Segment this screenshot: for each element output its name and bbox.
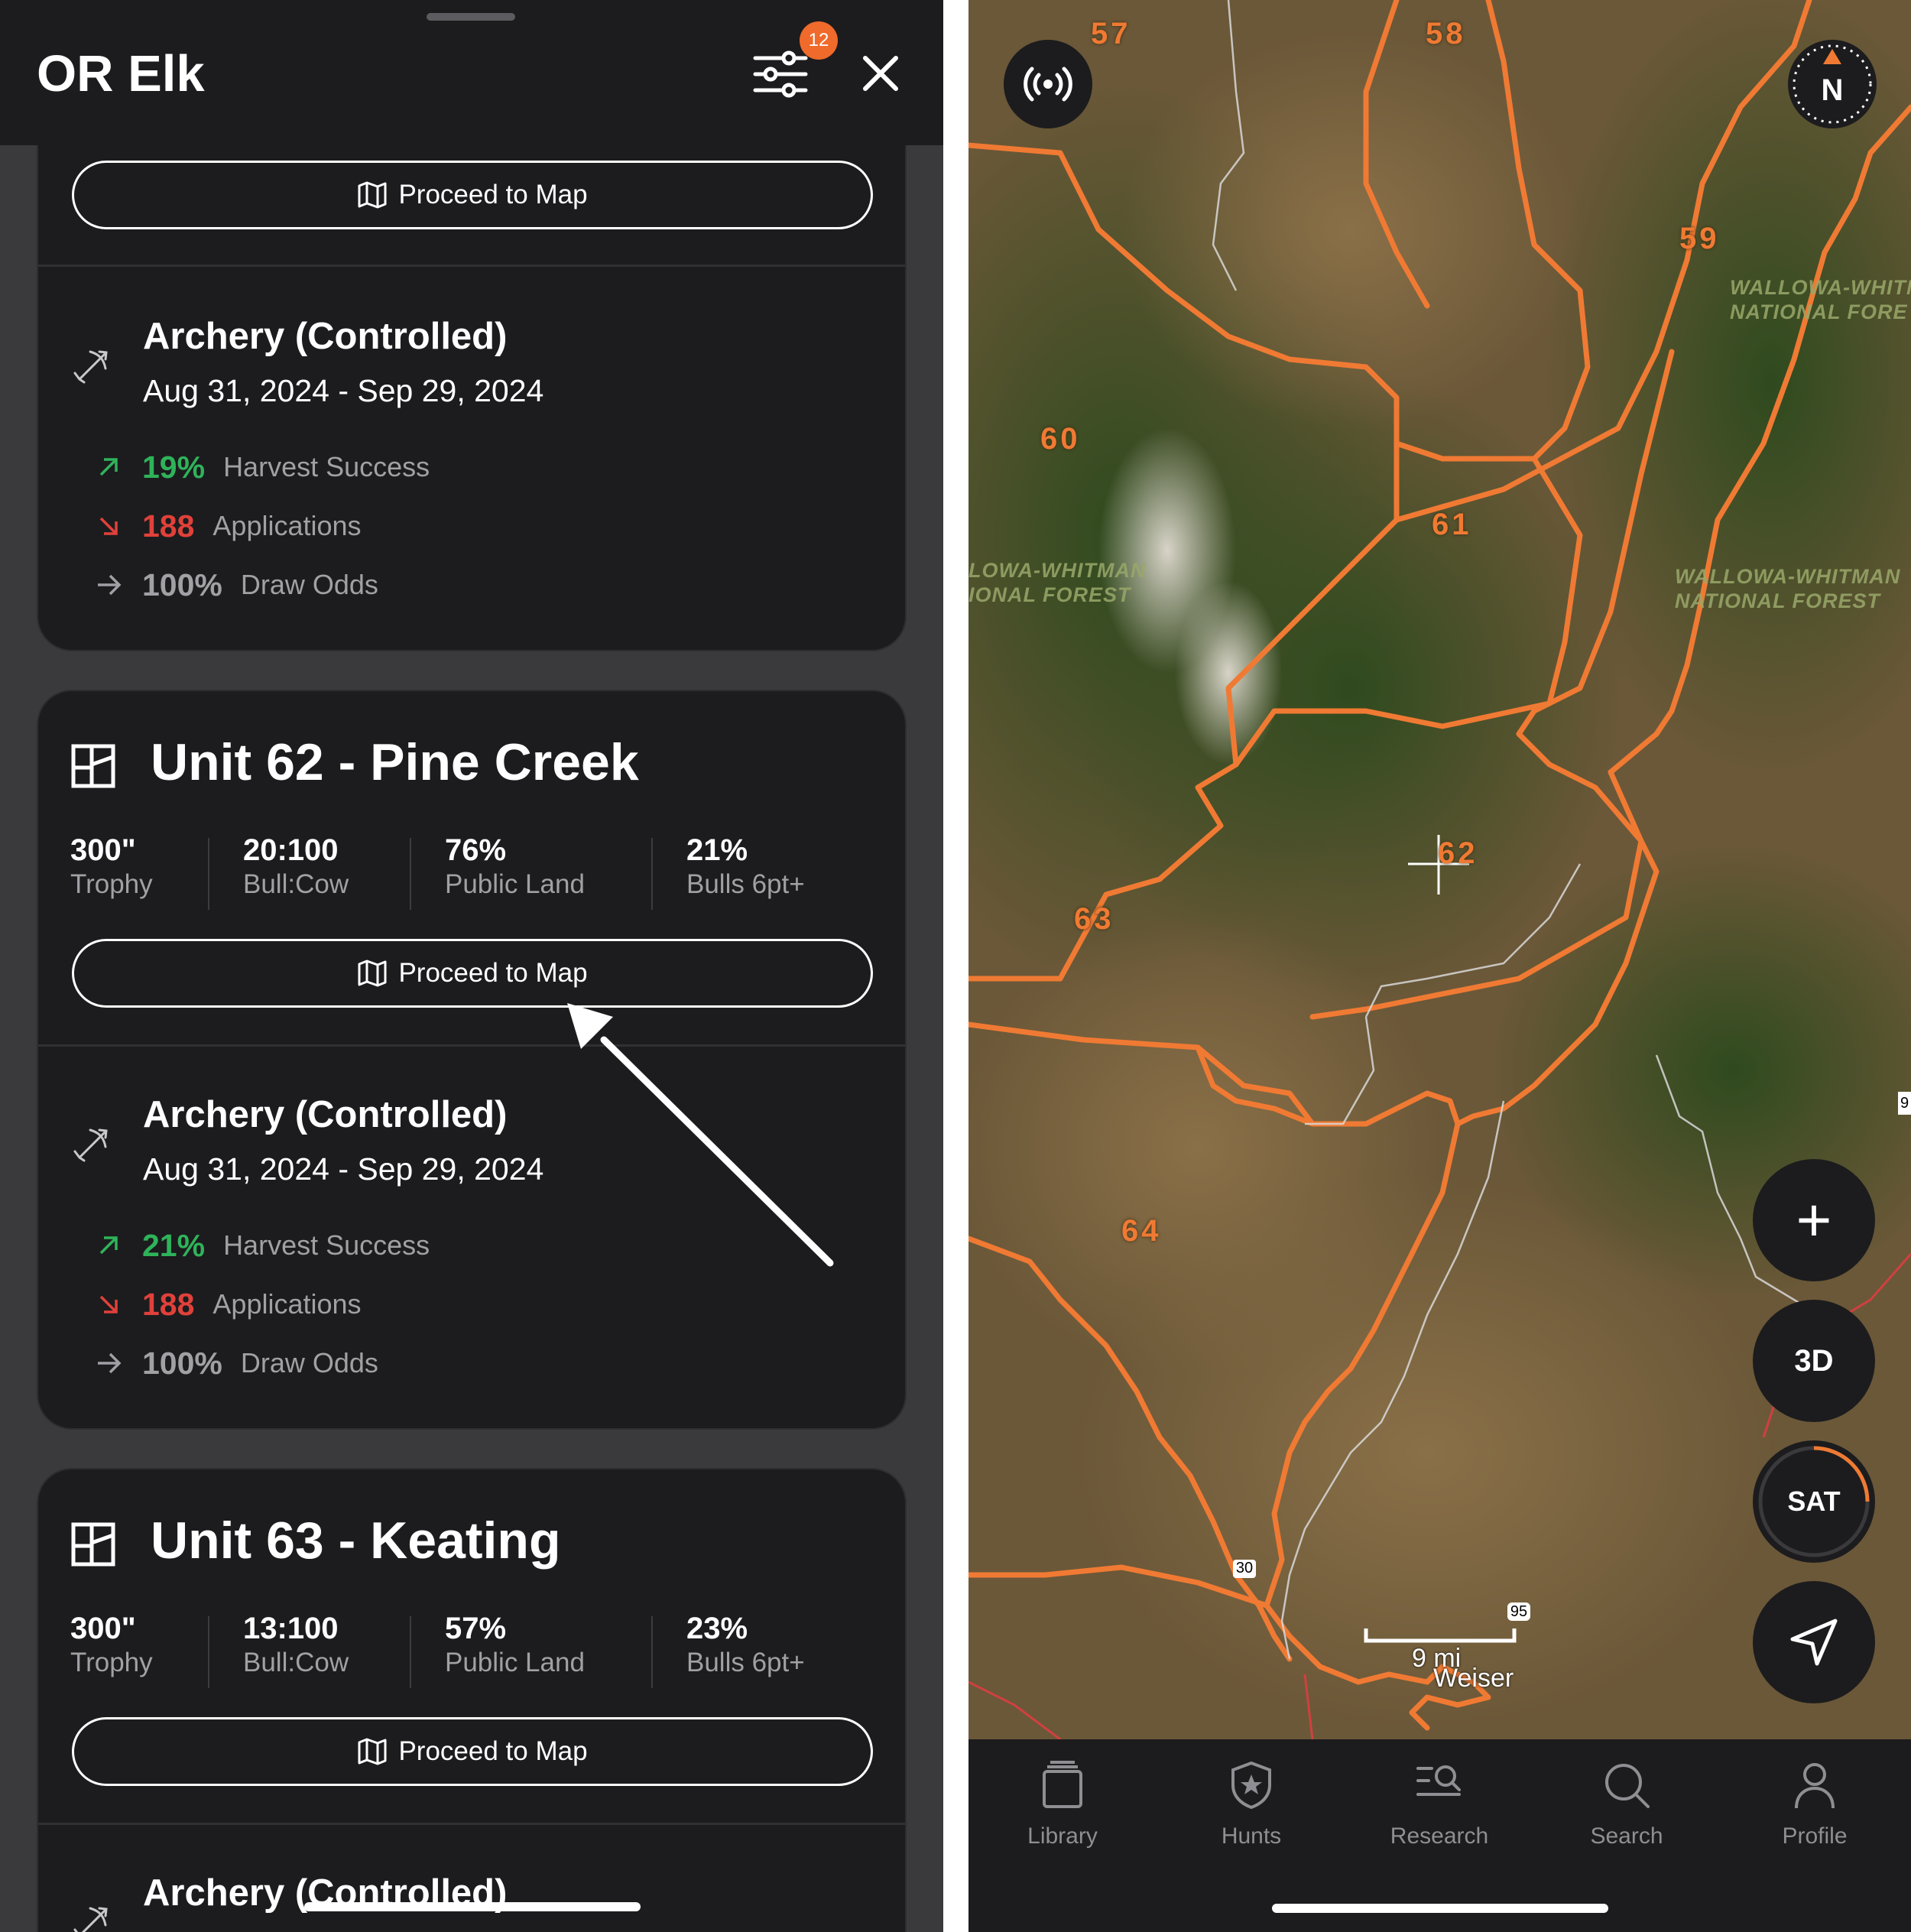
sheet-header: OR Elk 12: [0, 0, 943, 145]
filter-count-badge: 12: [800, 21, 838, 60]
3d-toggle-button[interactable]: 3D: [1753, 1300, 1875, 1422]
tab-research[interactable]: Research: [1363, 1761, 1516, 1849]
town-label: Weiser: [1433, 1664, 1514, 1693]
unit-label-60[interactable]: 60: [1040, 422, 1081, 456]
unit-label-61[interactable]: 61: [1432, 508, 1472, 542]
page-title: OR Elk: [37, 45, 205, 102]
signal-broadcast-icon: [1024, 67, 1072, 102]
forest-label: WALLOWA-WHITMAN NATIONAL FOREST: [1675, 565, 1901, 612]
edge-route-marker: 9: [1898, 1092, 1911, 1115]
navigation-arrow-icon: [1790, 1619, 1838, 1666]
home-indicator: [304, 1902, 641, 1911]
hunt-list-panel: Proceed to Map Archery (Controlled) Aug …: [0, 0, 943, 1932]
tab-library[interactable]: Library: [986, 1761, 1139, 1849]
forest-label: LOWA-WHITMAN IONAL FOREST: [968, 559, 1147, 606]
tab-label: Profile: [1782, 1823, 1848, 1849]
unit-label-62[interactable]: 62: [1438, 836, 1478, 871]
locate-me-button[interactable]: [1753, 1581, 1875, 1703]
forest-label: WALLOWA-WHITM NATIONAL FORE: [1730, 276, 1911, 323]
annotation-arrow: [567, 1003, 834, 1267]
unit-label-58[interactable]: 58: [1426, 17, 1466, 51]
compass-north-label: N: [1821, 73, 1844, 107]
sheet-grabber[interactable]: [427, 13, 515, 21]
filter-sliders-icon[interactable]: [751, 44, 810, 104]
3d-label: 3D: [1794, 1343, 1834, 1378]
unit-label-63[interactable]: 63: [1074, 902, 1114, 937]
layer-label: SAT: [1787, 1486, 1841, 1517]
zoom-in-button[interactable]: +: [1753, 1159, 1875, 1281]
map-layer-button[interactable]: SAT: [1753, 1440, 1875, 1563]
home-indicator: [1272, 1904, 1608, 1913]
map-view[interactable]: 57 58 59 60 61 62 63 64 WALLOWA-WHITM NA…: [968, 0, 1911, 1932]
unit-label-59[interactable]: 59: [1679, 222, 1720, 256]
plus-icon: +: [1796, 1186, 1832, 1254]
close-icon[interactable]: [858, 50, 904, 96]
compass-button[interactable]: N: [1788, 40, 1877, 128]
tab-hunts[interactable]: Hunts: [1175, 1761, 1328, 1849]
gps-signal-button[interactable]: [1004, 40, 1092, 128]
unit-label-64[interactable]: 64: [1121, 1214, 1162, 1248]
tab-label: Library: [1027, 1823, 1098, 1849]
tab-label: Search: [1590, 1823, 1663, 1849]
route-95-label: 95: [1510, 1603, 1528, 1620]
hunts-shield-icon: [1231, 1761, 1271, 1810]
tab-profile[interactable]: Profile: [1738, 1761, 1891, 1849]
route-30-label: 30: [1235, 1560, 1254, 1576]
unit-label-57[interactable]: 57: [1091, 17, 1131, 51]
tab-search[interactable]: Search: [1550, 1761, 1703, 1849]
research-icon: [1416, 1765, 1461, 1796]
tab-label: Research: [1390, 1823, 1489, 1849]
profile-icon: [1795, 1763, 1835, 1809]
tab-label: Hunts: [1221, 1823, 1282, 1849]
library-icon: [1043, 1761, 1082, 1808]
search-icon: [1605, 1764, 1650, 1808]
